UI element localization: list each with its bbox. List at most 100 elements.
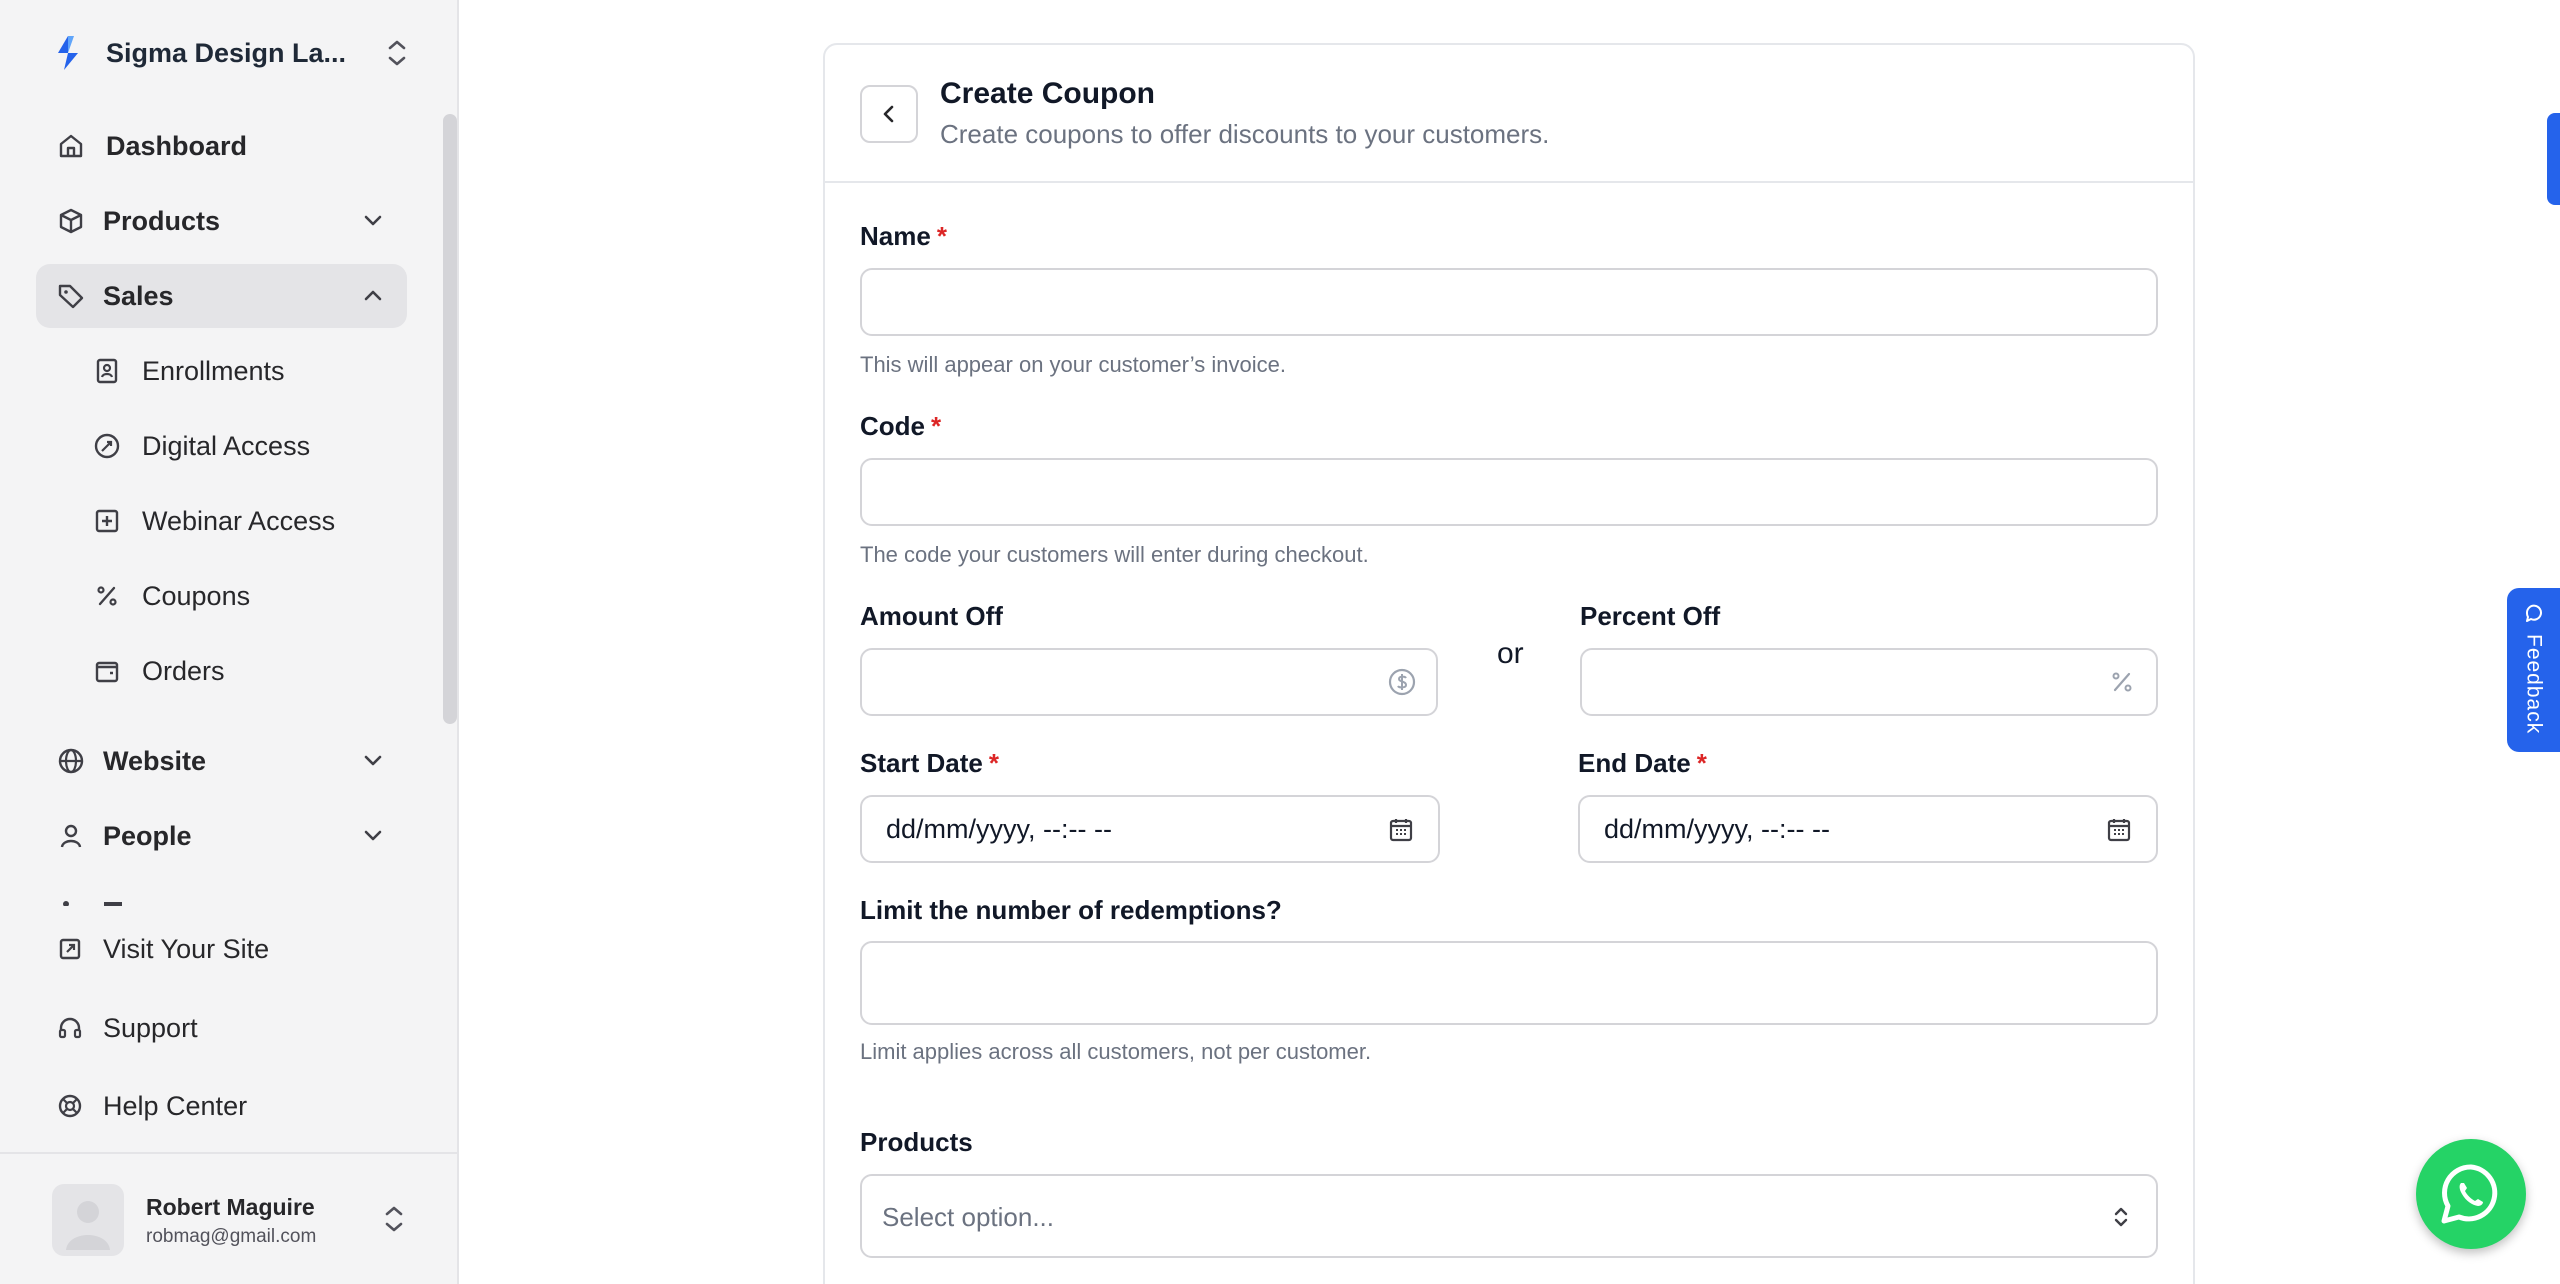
avatar-placeholder-icon [66, 1201, 110, 1250]
code-hint: The code your customers will enter durin… [860, 542, 1369, 567]
chevron-up-down-icon [2114, 1207, 2128, 1227]
bottom-item-label: Help Center [103, 1090, 248, 1121]
nav-label: Sales [103, 280, 174, 311]
start-date-input[interactable]: dd/mm/yyyy, --:-- -- [860, 795, 1440, 863]
wallet-icon [95, 661, 119, 683]
avatar [52, 1184, 124, 1256]
end-date-label: End Date * [1578, 748, 1707, 779]
sub-item-webinar-access[interactable]: Webinar Access [88, 493, 408, 549]
user-icon [60, 824, 82, 848]
sub-item-enrollments[interactable]: Enrollments [88, 343, 408, 399]
products-select-placeholder: Select option... [882, 1202, 1054, 1232]
user-name: Robert Maguire [146, 1194, 315, 1220]
sidebar-divider [0, 1152, 459, 1154]
products-label: Products [860, 1127, 973, 1157]
nav-label: Website [103, 745, 207, 776]
sub-item-coupons[interactable]: Coupons [88, 568, 408, 624]
bottom-item-label: Support [103, 1012, 198, 1043]
page-subtitle: Create coupons to offer discounts to you… [940, 119, 1550, 149]
products-select[interactable]: Select option... [860, 1174, 2158, 1258]
nav-label: Dashboard [106, 130, 248, 161]
required-marker: * [931, 411, 942, 441]
gauge-icon [94, 433, 120, 459]
chevron-up-icon [364, 290, 382, 301]
required-marker: * [936, 221, 947, 251]
dollar-circle-icon [1388, 668, 1416, 696]
feedback-button[interactable]: Feedback [2507, 588, 2560, 752]
code-input[interactable] [860, 458, 2158, 526]
plus-square-icon [95, 509, 119, 533]
sidebar: Sigma Design La... Dashboard Products Sa… [0, 0, 459, 1284]
chevron-down-icon [364, 830, 382, 841]
external-link-icon [59, 938, 81, 960]
calendar-icon[interactable] [1386, 815, 1416, 845]
name-label: Name * [860, 221, 947, 252]
nav-item-dashboard[interactable]: Dashboard [36, 114, 407, 178]
sidebar-scrollbar[interactable] [443, 114, 457, 724]
name-hint: This will appear on your customer’s invo… [860, 352, 1286, 377]
limit-hint: Limit applies across all customers, not … [860, 1039, 1372, 1064]
side-panel-tab[interactable] [2547, 113, 2560, 205]
name-input[interactable] [860, 268, 2158, 336]
chat-bubble-icon [2525, 604, 2542, 622]
chevron-up-down-icon [388, 40, 406, 66]
start-date-label: Start Date * [860, 748, 999, 779]
nav-item-people[interactable]: People [36, 804, 407, 868]
bottom-item-label: Visit Your Site [103, 933, 270, 964]
start-date-placeholder: dd/mm/yyyy, --:-- -- [886, 814, 1112, 844]
box-icon [59, 208, 83, 234]
create-coupon-card: Create Coupon Create coupons to offer di… [823, 43, 2195, 1284]
sub-item-label: Coupons [142, 580, 251, 611]
required-marker: * [1696, 748, 1707, 778]
whatsapp-button[interactable] [2416, 1139, 2526, 1249]
nav-item-sales[interactable]: Sales [36, 264, 407, 328]
amount-off-label: Amount Off [860, 601, 1003, 631]
code-label-text: Code [860, 411, 925, 441]
workspace-name: Sigma Design La... [106, 37, 347, 68]
percent-icon [97, 586, 117, 606]
nav-item-products[interactable]: Products [36, 189, 407, 253]
name-label-text: Name [860, 221, 931, 251]
home-icon [59, 134, 83, 158]
chevron-down-icon [364, 755, 382, 766]
end-date-label-text: End Date [1578, 748, 1691, 778]
feedback-label: Feedback [2522, 634, 2546, 735]
help-center-link[interactable]: Help Center [36, 1076, 407, 1136]
sub-item-label: Orders [142, 655, 225, 686]
calendar-icon[interactable] [2104, 815, 2134, 845]
workspace-switcher[interactable]: Sigma Design La... [52, 30, 412, 76]
whatsapp-icon [2441, 1164, 2498, 1224]
required-marker: * [988, 748, 999, 778]
chevron-left-icon [883, 105, 894, 123]
chevron-up-down-icon [385, 1206, 403, 1232]
tag-icon [58, 284, 84, 309]
brand-logo-icon [58, 36, 78, 70]
sub-item-digital-access[interactable]: Digital Access [88, 418, 408, 474]
nav-item-website[interactable]: Website [36, 729, 407, 793]
nav-label: People [103, 820, 192, 851]
code-label: Code * [860, 411, 941, 442]
limit-input[interactable] [860, 941, 2158, 1025]
sub-item-label: Enrollments [142, 355, 285, 386]
percent-off-label: Percent Off [1580, 601, 1721, 631]
chevron-down-icon [364, 215, 382, 226]
card-header: Create Coupon Create coupons to offer di… [825, 45, 2193, 183]
or-separator: or [1497, 637, 1524, 670]
start-date-label-text: Start Date [860, 748, 983, 778]
nav-label: Products [103, 205, 221, 236]
limit-label: Limit the number of redemptions? [860, 895, 1282, 925]
globe-icon [58, 748, 84, 774]
lifebuoy-icon [58, 1094, 82, 1118]
sub-item-orders[interactable]: Orders [88, 643, 408, 699]
visit-your-site-link[interactable]: Visit Your Site [36, 919, 407, 979]
sub-item-label: Digital Access [142, 430, 311, 461]
user-menu[interactable]: Robert Maguire robmag@gmail.com [52, 1182, 412, 1256]
headset-icon [58, 1017, 82, 1039]
back-button[interactable] [860, 85, 918, 143]
amount-off-input[interactable] [860, 648, 1438, 716]
percent-off-input[interactable] [1580, 648, 2158, 716]
end-date-placeholder: dd/mm/yyyy, --:-- -- [1604, 814, 1830, 844]
end-date-input[interactable]: dd/mm/yyyy, --:-- -- [1578, 795, 2158, 863]
user-email: robmag@gmail.com [146, 1226, 317, 1247]
support-link[interactable]: Support [36, 998, 407, 1058]
